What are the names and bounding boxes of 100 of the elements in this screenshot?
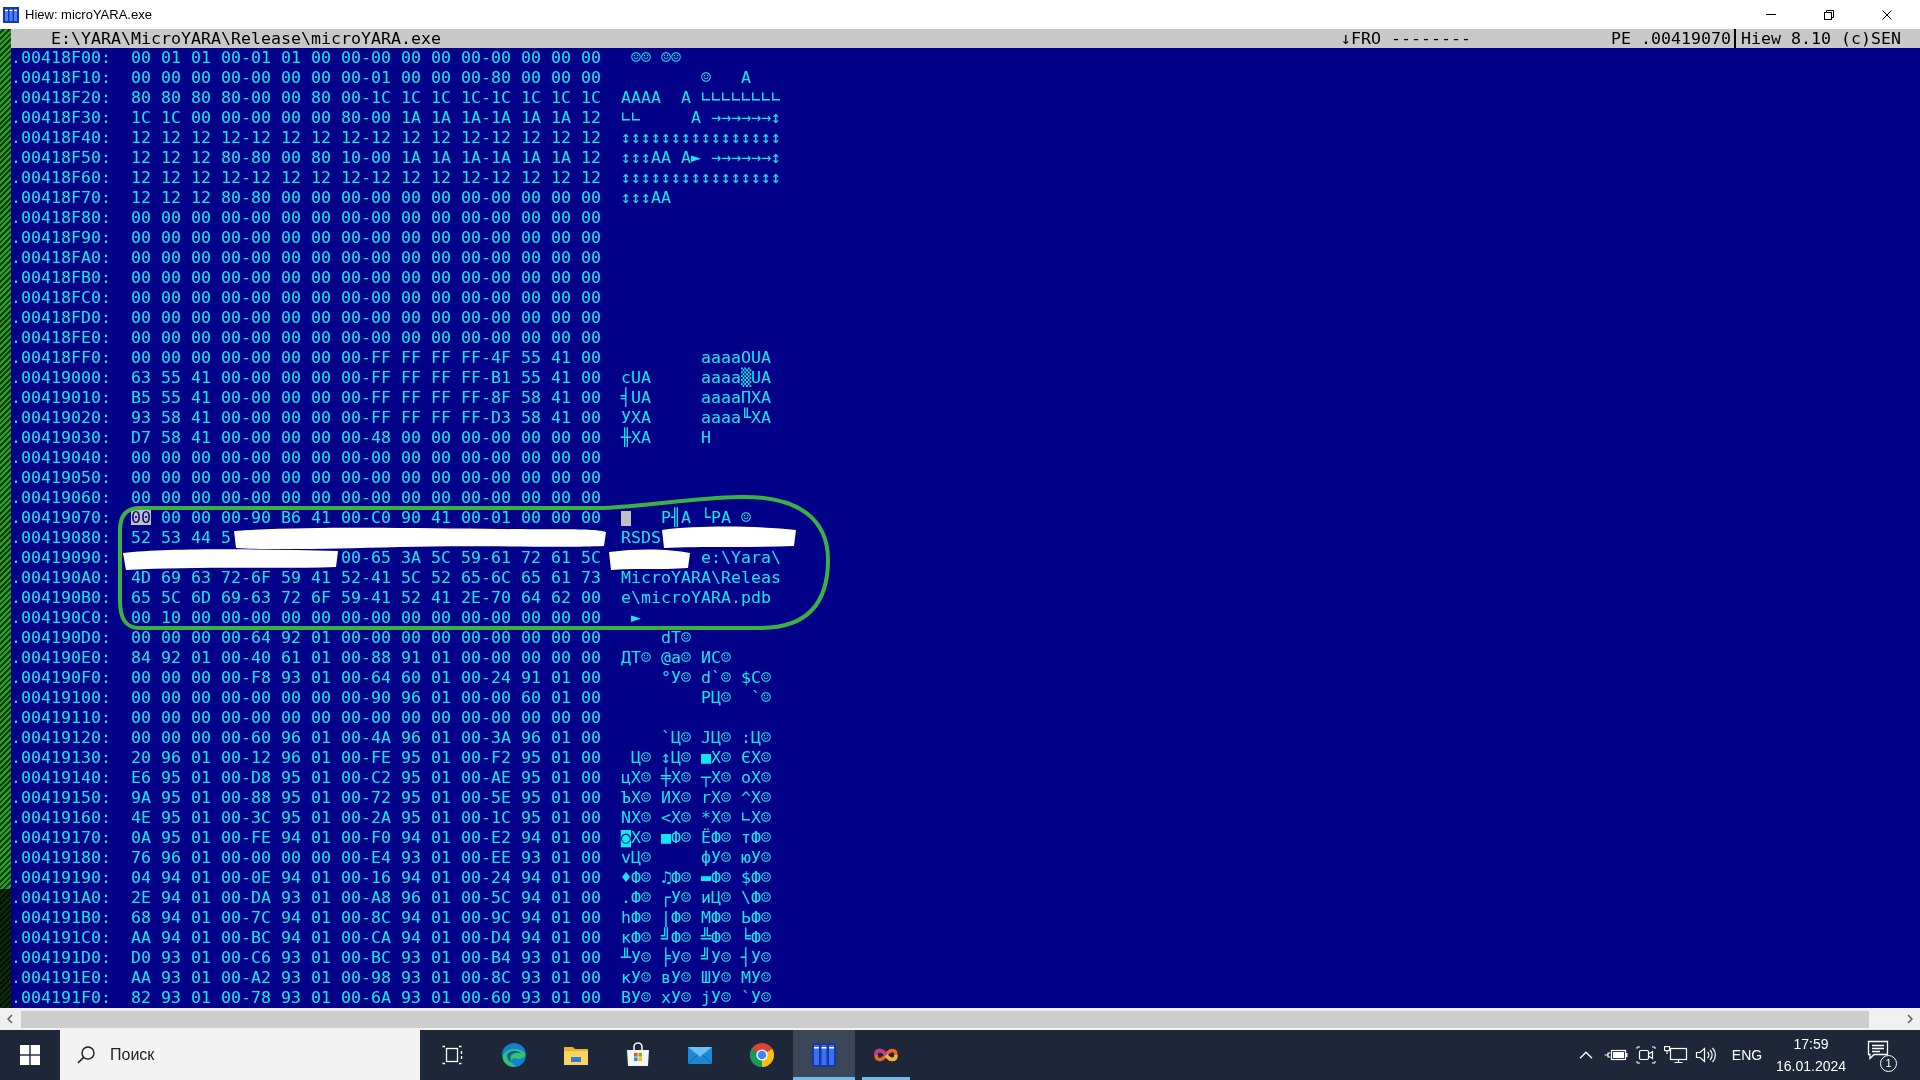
hex-bytes: AA 93 01 00-A2 93 01 00-98 93 01 00-8C 93 01 00 — [131, 968, 601, 987]
row-address: .00419140: — [11, 768, 111, 787]
row-address: .004191C0: — [11, 928, 111, 947]
hex-bytes: D0 93 01 00-C6 93 01 00-BC 93 01 00-B4 93 01 00 — [131, 948, 601, 967]
row-address: .004190D0: — [11, 628, 111, 647]
camera-icon[interactable] — [1636, 1046, 1656, 1064]
hex-bytes: 00 00 00 00-00 00 00 00-00 00 00 00-00 00 00 00 — [131, 468, 601, 487]
hex-bytes: 00 00 00 00-00 00 00 00-00 00 00 00-00 00 00 00 — [131, 328, 601, 347]
row-address: .00418FA0: — [11, 248, 111, 267]
hex-bytes: 00 00 00 00-00 00 00 00-90 96 01 00-00 60 01 00 — [131, 688, 601, 707]
chevron-right-icon[interactable] — [1907, 1014, 1913, 1024]
ascii-text: ► — [631, 608, 641, 628]
row-address: .00419120: — [11, 728, 111, 747]
panels-icon[interactable] — [811, 1042, 837, 1068]
ascii-text: Р╢A └РA ☺ — [661, 508, 751, 528]
file-offset: PE .00419070 — [1611, 29, 1731, 48]
hex-bytes: 93 58 41 00-00 00 00 00-FF FF FF FF-D3 58 41 00 — [131, 408, 601, 427]
row-address: .00418F50: — [11, 148, 111, 167]
hex-bytes: 4E 95 01 00-3C 95 01 00-2A 95 01 00-1C 95 01 00 — [131, 808, 601, 827]
row-address: .00418FD0: — [11, 308, 111, 327]
row-address: .004191E0: — [11, 968, 111, 987]
chevron-up-icon[interactable] — [1579, 1051, 1593, 1059]
hex-bytes: 00-65 3A 5C 59-61 72 61 5C — [341, 548, 601, 567]
hex-bytes: 84 92 01 00-40 61 01 00-88 91 01 00-00 00 00 00 — [131, 648, 601, 667]
hex-bytes: 00 00 00 00-00 00 00 00-00 00 00 00-00 00 00 00 — [131, 268, 601, 287]
row-address: .00419030: — [11, 428, 111, 447]
row-address: .00419050: — [11, 468, 111, 487]
ascii-text: цХ☺ ╪Х☺ ┬Х☺ оХ☺ — [621, 768, 771, 788]
hex-bytes: 00 01 01 00-01 01 00 00-00 00 00 00-00 00 00 00 — [131, 48, 601, 67]
hex-bytes: 04 94 01 00-0E 94 01 00-16 94 01 00-24 94 01 00 — [131, 868, 601, 887]
row-address: .00419150: — [11, 788, 111, 807]
hex-bytes: 00 00 00 00-00 00 00 00-00 00 00 00-00 00 00 00 — [131, 708, 601, 727]
hex-bytes: 00 00 00 00-00 00 00 00-00 00 00 00-00 00 00 00 — [131, 228, 601, 247]
ascii-text: ↕↕↕↕↕↕↕↕↕↕↕↕↕↕↕↕ — [621, 168, 781, 188]
hex-bytes: 00 00 00 00-00 00 00 00-00 00 00 00-00 00 00 00 — [131, 248, 601, 267]
hex-bytes: 80 80 80 80-00 00 80 00-1C 1C 1C 1C-1C 1C 1C 1C — [131, 88, 601, 107]
shopping-bag-icon[interactable] — [625, 1042, 651, 1068]
four-squares-icon[interactable] — [20, 1045, 40, 1065]
hex-bytes: 0A 95 01 00-FE 94 01 00-F0 94 01 00-E2 94 01 00 — [131, 828, 601, 847]
row-address: .00419080: — [11, 528, 111, 547]
monitor-icon[interactable] — [1664, 1046, 1688, 1064]
hex-bytes: 00 00 00 00-00 00 00 00-01 00 00 00-80 00 00 00 — [131, 68, 601, 87]
hex-bytes: 65 5C 6D 69-63 72 6F 59-41 52 41 2E-70 64 62 00 — [131, 588, 601, 607]
row-address: .004191B0: — [11, 908, 111, 927]
row-address: .00418F80: — [11, 208, 111, 227]
row-address: .00418F10: — [11, 68, 111, 87]
ascii-text: dТ☺ — [661, 628, 691, 648]
row-address: .00419170: — [11, 828, 111, 847]
search-field[interactable]: Поиск — [60, 1030, 420, 1080]
battery-plug-icon[interactable] — [1604, 1048, 1628, 1062]
ascii-text: АААА А ∟∟∟∟∟∟∟∟ — [621, 88, 781, 108]
speaker-icon[interactable] — [1695, 1046, 1717, 1064]
row-address: .004190C0: — [11, 608, 111, 627]
ascii-text: ВУ☺ xУ☺ jУ☺ `У☺ — [621, 988, 771, 1008]
hex-bytes: 12 12 12 80-80 00 80 10-00 1A 1A 1A-1A 1A 1A 12 — [131, 148, 601, 167]
ascii-text: cUA aaaa▒UA — [621, 368, 771, 387]
ascii-text: ЪХ☺ ИХ☺ rХ☺ ^Х☺ — [621, 788, 771, 808]
ascii-text: ∟∟ А →→→→→→↕ — [621, 108, 781, 128]
chevron-left-icon[interactable] — [7, 1014, 13, 1024]
ring-logo-icon[interactable] — [749, 1042, 775, 1068]
hex-bytes: 76 96 01 00-00 00 00 00-E4 93 01 00-EE 93 01 00 — [131, 848, 601, 867]
row-address: .004190F0: — [11, 668, 111, 687]
hex-bytes: E6 95 01 00-D8 95 01 00-C2 95 01 00-AE 95 01 00 — [131, 768, 601, 787]
swirl-logo-icon[interactable] — [501, 1042, 527, 1068]
row-address: .00419190: — [11, 868, 111, 887]
ascii-text: Ц☺ ↕Ц☺ ■Х☺ ЄХ☺ — [631, 748, 771, 767]
message-icon[interactable] — [1867, 1040, 1889, 1060]
window-title: Hiew: microYARA.exe — [25, 6, 152, 23]
notification-count: 1 — [1880, 1055, 1897, 1072]
hex-bytes: 00 00 00 00-00 00 00 00-00 00 00 00-00 00 00 00 — [131, 448, 601, 467]
ascii-text: ╨У☺ ╞У☺ ╝У☺ ┤У☺ — [621, 948, 771, 968]
ascii-text: ☺☺ ☺☺ — [631, 48, 681, 68]
row-address: .004190B0: — [11, 588, 111, 607]
hex-bytes: 12 12 12 12-12 12 12 12-12 12 12 12-12 12 12 12 — [131, 128, 601, 147]
hex-bytes: 00 00 00 00-00 00 00 00-FF FF FF FF-4F 55 41 00 — [131, 348, 601, 367]
ascii-text: ↕↕↕↕↕↕↕↕↕↕↕↕↕↕↕↕ — [621, 128, 781, 148]
row-address: .004191D0: — [11, 948, 111, 967]
restore-icon[interactable] — [1824, 9, 1834, 20]
ascii-text: RSDS — [621, 528, 661, 548]
language-indicator[interactable]: ENG — [1725, 1044, 1769, 1066]
hex-bytes: AA 94 01 00-BC 94 01 00-CA 94 01 00-D4 94 01 00 — [131, 928, 601, 947]
ascii-text: ◙Х☺ ■Ф☺ ЁФ☺ тФ☺ — [621, 828, 771, 848]
hex-bytes: 00 00 00 00-00 00 00 00-00 00 00 00-00 00 00 00 — [131, 488, 601, 507]
clock-date[interactable]: 16.01.2024 — [1775, 1055, 1847, 1077]
scrollbar-thumb[interactable] — [21, 1010, 1869, 1028]
ascii-text: MicroYARA\Releas — [621, 568, 781, 588]
ascii-text: УXA aaaa╙XA — [621, 408, 771, 427]
hex-bytes: 00 00 00 00-00 00 00 00-00 00 00 00-00 00 00 00 — [131, 208, 601, 227]
close-icon[interactable] — [1882, 9, 1892, 20]
ascii-text: e:\Yara\ — [701, 548, 781, 568]
row-address: .00419070: — [11, 508, 111, 527]
panels-icon — [3, 6, 19, 23]
hex-bytes: 00 10 00 00-00 00 00 00-00 00 00 00-00 00 00 00 — [131, 608, 601, 627]
file-path: E:\YARA\MicroYARA\Release\microYARA.exe — [51, 29, 441, 48]
row-address: .00418F00: — [11, 48, 111, 67]
row-address: .00418FB0: — [11, 268, 111, 287]
clock-time[interactable]: 17:59 — [1793, 1033, 1829, 1055]
row-address: .00418F70: — [11, 188, 111, 207]
task-view-icon[interactable] — [440, 1045, 463, 1065]
ascii-text: hФ☺ |Ф☺ МФ☺ ЬФ☺ — [621, 908, 771, 927]
